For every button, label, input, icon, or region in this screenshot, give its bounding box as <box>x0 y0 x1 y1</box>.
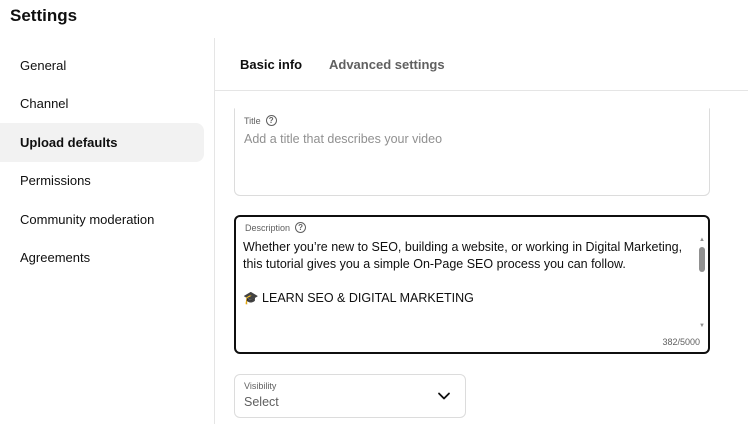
sidebar-item-permissions[interactable]: Permissions <box>0 162 214 201</box>
description-text[interactable]: Whether you’re new to SEO, building a we… <box>243 239 684 307</box>
sidebar-item-community-moderation[interactable]: Community moderation <box>0 200 214 239</box>
sidebar-item-channel[interactable]: Channel <box>0 85 214 124</box>
scroll-down-arrow-icon[interactable]: ▼ <box>698 323 706 329</box>
title-field[interactable]: Title ? Add a title that describes your … <box>234 108 710 196</box>
description-field[interactable]: Description ? Whether you’re new to SEO,… <box>234 215 710 354</box>
help-circle-icon[interactable]: ? <box>295 222 307 233</box>
character-count: 382/5000 <box>662 337 700 347</box>
sidebar-item-general[interactable]: General <box>0 46 214 85</box>
description-field-label-row: Description ? <box>245 222 307 233</box>
scroll-thumb[interactable] <box>699 247 705 272</box>
description-line: this tutorial gives you a simple On-Page… <box>243 257 626 271</box>
visibility-select[interactable]: Visibility Select <box>234 374 466 418</box>
description-line <box>243 273 684 290</box>
chevron-down-icon[interactable] <box>437 389 451 403</box>
sidebar-divider <box>214 38 215 424</box>
help-circle-icon[interactable]: ? <box>265 115 277 126</box>
tab-basic-info[interactable]: Basic info <box>240 38 302 91</box>
title-label: Title <box>244 115 261 126</box>
sidebar-item-upload-defaults[interactable]: Upload defaults <box>0 123 204 162</box>
visibility-value: Select <box>244 395 279 409</box>
settings-sidebar: General Channel Upload defaults Permissi… <box>0 46 214 277</box>
description-label: Description <box>245 222 291 233</box>
visibility-label: Visibility <box>244 381 277 391</box>
title-field-label-row: Title ? <box>244 115 277 126</box>
description-line: Whether you’re new to SEO, building a we… <box>243 240 683 254</box>
tab-bar: Basic info Advanced settings <box>215 38 748 91</box>
tab-advanced-settings[interactable]: Advanced settings <box>329 38 445 91</box>
description-line: 🎓 LEARN SEO & DIGITAL MARKETING <box>243 291 474 305</box>
page-title: Settings <box>10 6 78 25</box>
title-placeholder[interactable]: Add a title that describes your video <box>244 132 442 146</box>
description-scrollbar[interactable]: ▲ ▼ <box>698 237 706 329</box>
scroll-up-arrow-icon[interactable]: ▲ <box>698 237 706 243</box>
sidebar-item-agreements[interactable]: Agreements <box>0 239 214 278</box>
